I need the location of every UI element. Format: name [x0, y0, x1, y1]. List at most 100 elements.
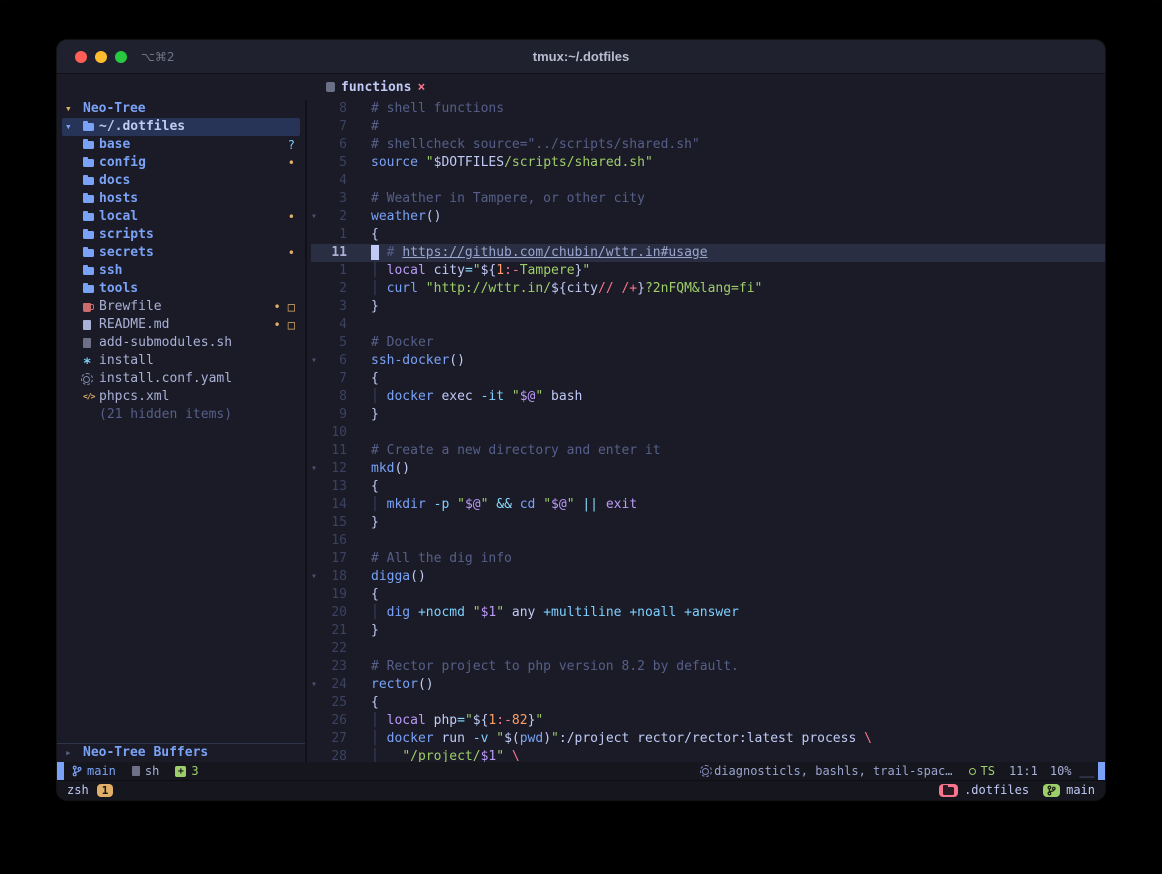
line-number: 15 [325, 514, 347, 532]
code-line-29[interactable]: 21} [311, 622, 1105, 640]
neotree-item-ssh[interactable]: ssh [57, 262, 305, 280]
code-text: │ docker run -v "$(pwd)":/project rector… [371, 730, 872, 748]
code-line-20[interactable]: ▾12mkd() [311, 460, 1105, 478]
git-branch-segment[interactable]: main [64, 762, 124, 780]
code-line-10[interactable]: 2│ curl "http://wttr.in/${city// /+}?2nF… [311, 280, 1105, 298]
fold-marker-icon[interactable]: ▾ [311, 208, 325, 226]
line-number: 4 [325, 172, 347, 190]
cursor-position: 11:1 [1003, 762, 1044, 780]
code-line-13[interactable]: 5# Docker [311, 334, 1105, 352]
code-text: │ local city="${1:-Tampere}" [371, 262, 590, 280]
neotree-source-header[interactable]: ▾ Neo-Tree [57, 100, 305, 118]
fold-column [311, 496, 325, 514]
code-line-12[interactable]: 4 [311, 316, 1105, 334]
tmux-window-index-badge[interactable]: 1 [97, 784, 114, 797]
neotree-item-secrets[interactable]: secrets• [57, 244, 305, 262]
titlebar: ⌥⌘2 tmux:~/.dotfiles [57, 40, 1105, 74]
code-line-15[interactable]: 7{ [311, 370, 1105, 388]
code-text: source "$DOTFILES/scripts/shared.sh" [371, 154, 653, 172]
neotree-item-readme-md[interactable]: README.md•□ [57, 316, 305, 334]
code-line-23[interactable]: 15} [311, 514, 1105, 532]
code-line-7[interactable]: 1{ [311, 226, 1105, 244]
scrollbar-ticks: ▁▁ [1078, 762, 1098, 780]
code-line-17[interactable]: 9} [311, 406, 1105, 424]
code-line-35[interactable]: 27│ docker run -v "$(pwd)":/project rect… [311, 730, 1105, 748]
folder-icon [83, 159, 94, 167]
code-line-34[interactable]: 26│ local php="${1:-82}" [311, 712, 1105, 730]
neotree-item-add-submodules-sh[interactable]: add-submodules.sh [57, 334, 305, 352]
neotree-item-scripts[interactable]: scripts [57, 226, 305, 244]
item-label: config [99, 154, 146, 172]
code-line-5[interactable]: 3# Weather in Tampere, or other city [311, 190, 1105, 208]
tabline: functions × [57, 74, 1105, 100]
neotree-item-tools[interactable]: tools [57, 280, 305, 298]
fold-marker-icon[interactable]: ▾ [311, 676, 325, 694]
readme-icon [83, 320, 91, 330]
neotree-item-config[interactable]: config• [57, 154, 305, 172]
code-text: { [371, 226, 379, 244]
code-line-14[interactable]: ▾6ssh-docker() [311, 352, 1105, 370]
code-text: # https://github.com/chubin/wttr.in#usag… [371, 244, 708, 262]
neotree-item-brewfile[interactable]: Brewfile•□ [57, 298, 305, 316]
tab-label: functions [341, 80, 411, 95]
tab-functions[interactable]: functions × [318, 74, 433, 100]
neotree-item-base[interactable]: base? [57, 136, 305, 154]
code-line-32[interactable]: ▾24rector() [311, 676, 1105, 694]
item-label: base [99, 136, 130, 154]
fold-column [311, 388, 325, 406]
item-label: ~/.dotfiles [99, 118, 185, 136]
code-line-36[interactable]: 28│ "/project/$1" \ [311, 748, 1105, 762]
code-line-21[interactable]: 13{ [311, 478, 1105, 496]
code-line-26[interactable]: ▾18digga() [311, 568, 1105, 586]
code-line-24[interactable]: 16 [311, 532, 1105, 550]
line-number: 24 [325, 676, 347, 694]
tmux-window-name[interactable]: zsh [67, 781, 89, 800]
code-line-28[interactable]: 20│ dig +nocmd "$1" any +multiline +noal… [311, 604, 1105, 622]
fold-column [311, 262, 325, 280]
neotree-item-hosts[interactable]: hosts [57, 190, 305, 208]
zoom-window-button[interactable] [115, 51, 127, 63]
close-window-button[interactable] [75, 51, 87, 63]
fold-column [311, 532, 325, 550]
item-icon-slot [83, 159, 99, 167]
code-line-2[interactable]: 6# shellcheck source="../scripts/shared.… [311, 136, 1105, 154]
tab-close-icon[interactable]: × [417, 80, 425, 95]
code-line-1[interactable]: 7# [311, 118, 1105, 136]
neotree-item-install[interactable]: ∗install [57, 352, 305, 370]
code-line-18[interactable]: 10 [311, 424, 1105, 442]
fold-marker-icon[interactable]: ▾ [311, 352, 325, 370]
minimize-window-button[interactable] [95, 51, 107, 63]
code-line-19[interactable]: 11# Create a new directory and enter it [311, 442, 1105, 460]
code-line-9[interactable]: 1│ local city="${1:-Tampere}" [311, 262, 1105, 280]
code-line-6[interactable]: ▾2weather() [311, 208, 1105, 226]
folder-icon [83, 267, 94, 275]
code-line-22[interactable]: 14│ mkdir -p "$@" && cd "$@" || exit [311, 496, 1105, 514]
code-line-3[interactable]: 5source "$DOTFILES/scripts/shared.sh" [311, 154, 1105, 172]
fold-marker-icon[interactable]: ▾ [311, 460, 325, 478]
code-line-27[interactable]: 19{ [311, 586, 1105, 604]
folder-icon [83, 195, 94, 203]
code-text: } [371, 406, 379, 424]
code-line-25[interactable]: 17# All the dig info [311, 550, 1105, 568]
fold-column [311, 442, 325, 460]
code-line-30[interactable]: 22 [311, 640, 1105, 658]
neotree-buffers-header[interactable]: ▸ Neo-Tree Buffers [57, 744, 305, 762]
code-line-16[interactable]: 8│ docker exec -it "$@" bash [311, 388, 1105, 406]
neotree-item-docs[interactable]: docs [57, 172, 305, 190]
editor-pane[interactable]: 8# shell functions7#6# shellcheck source… [307, 100, 1105, 762]
code-line-11[interactable]: 3} [311, 298, 1105, 316]
line-number: 7 [325, 370, 347, 388]
code-line-8[interactable]: 11 # https://github.com/chubin/wttr.in#u… [311, 244, 1105, 262]
panes: ▾ Neo-Tree ▾ ~/.dotfilesbase?config•docsh… [57, 100, 1105, 762]
neotree-item-install-conf-yaml[interactable]: install.conf.yaml [57, 370, 305, 388]
code-line-31[interactable]: 23# Rector project to php version 8.2 by… [311, 658, 1105, 676]
neotree-item--dotfiles[interactable]: ▾ ~/.dotfiles [62, 118, 300, 136]
code-line-0[interactable]: 8# shell functions [311, 100, 1105, 118]
fold-marker-icon[interactable]: ▾ [311, 568, 325, 586]
code-line-33[interactable]: 25{ [311, 694, 1105, 712]
code-line-4[interactable]: 4 [311, 172, 1105, 190]
fold-column [311, 280, 325, 298]
expander-icon[interactable]: ▾ [65, 118, 83, 136]
neotree-item-local[interactable]: local• [57, 208, 305, 226]
neotree-item-phpcs-xml[interactable]: </>phpcs.xml [57, 388, 305, 406]
